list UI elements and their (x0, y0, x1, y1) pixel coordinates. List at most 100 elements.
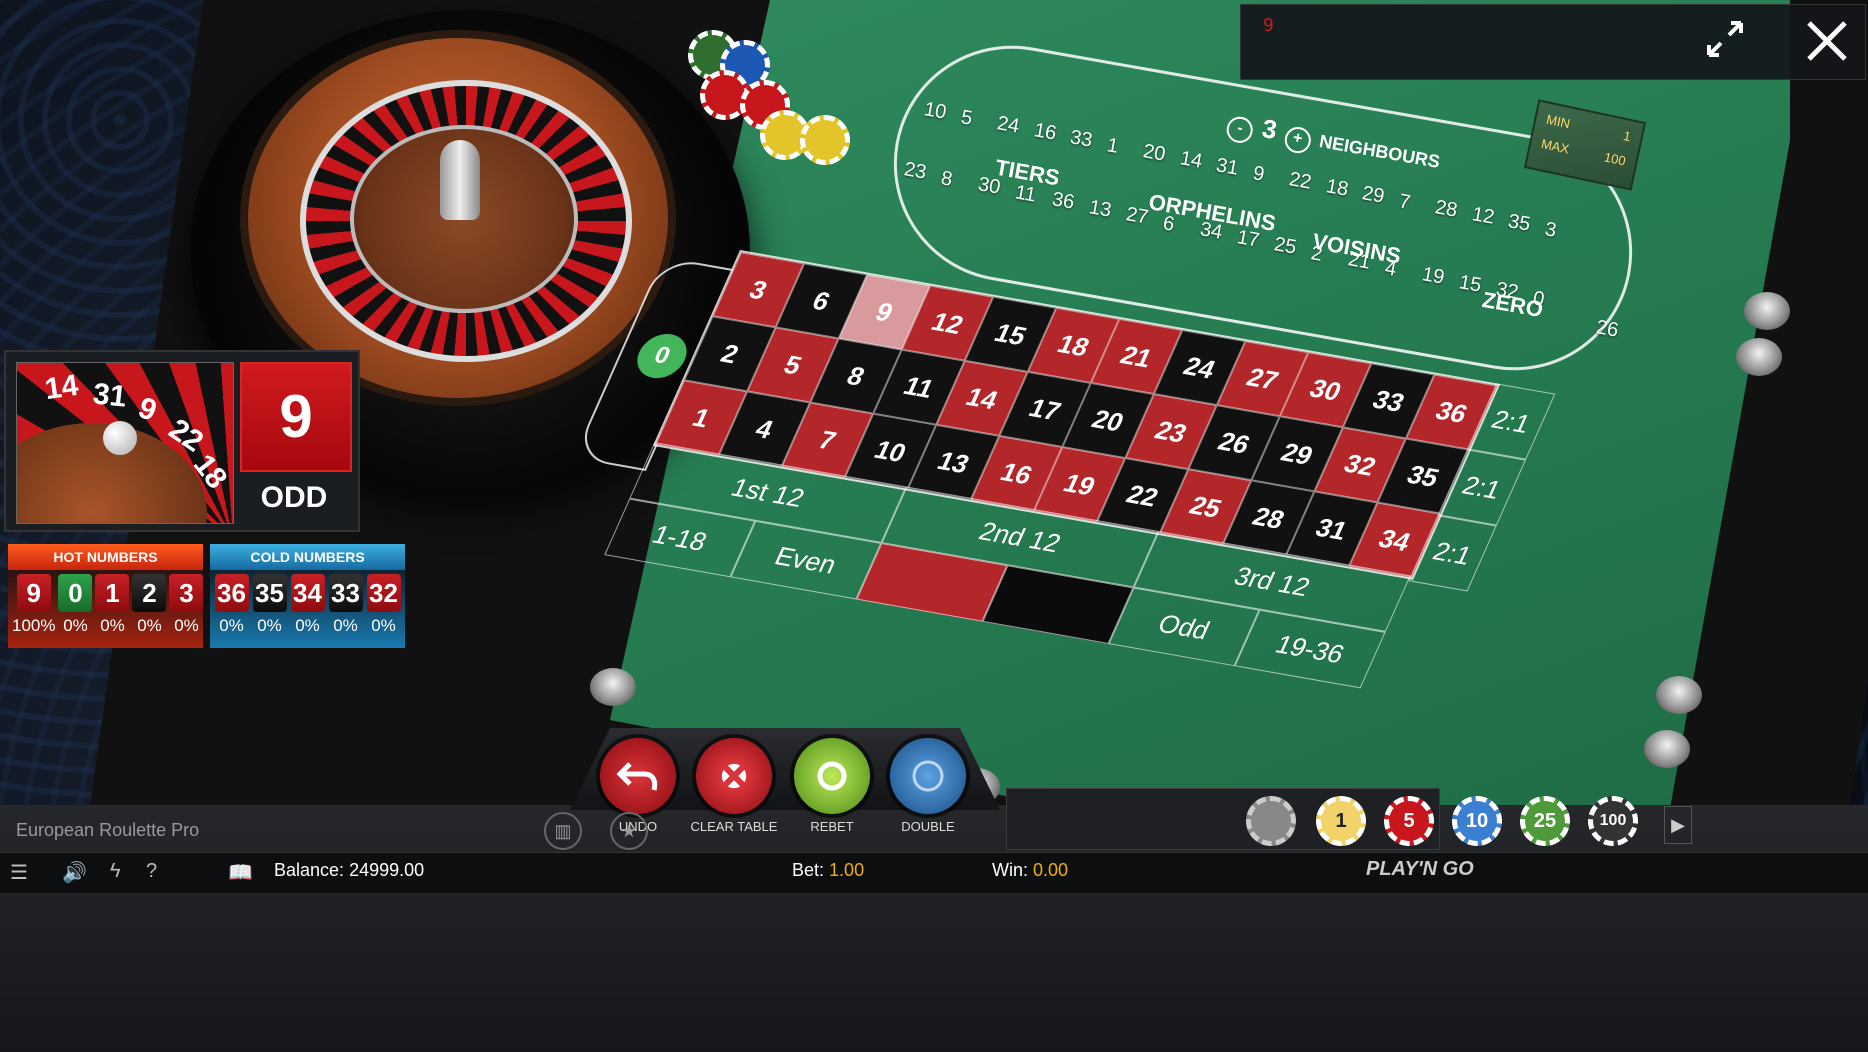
racetrack-number[interactable]: 36 (1050, 188, 1076, 215)
winning-parity: ODD (260, 481, 328, 514)
chip-stack (800, 115, 850, 165)
balance-label: Balance: (274, 860, 345, 880)
hot-number-item: 3 0% (169, 574, 204, 644)
min-value: 1 (1622, 127, 1633, 145)
racetrack-number[interactable]: 20 (1141, 140, 1167, 167)
chip-holder (1744, 292, 1790, 330)
chip-tray-next-arrow[interactable]: ▶ (1664, 806, 1692, 844)
last-number-display: 9 (1263, 15, 1274, 36)
zoom-number: 14 (42, 368, 81, 407)
racetrack-number[interactable]: 14 (1178, 147, 1204, 174)
min-label: MIN (1545, 111, 1572, 132)
cold-percent: 0% (295, 616, 320, 635)
racetrack-number[interactable]: 35 (1506, 210, 1532, 237)
win-label: Win: (992, 860, 1028, 880)
cold-numbers: COLD NUMBERS 36 0% 35 0% 34 0% 33 0% 32 0% (210, 544, 405, 648)
racetrack-number[interactable]: 15 (1457, 271, 1483, 298)
racetrack-number[interactable]: 24 (995, 112, 1021, 139)
undo-button[interactable] (600, 738, 676, 814)
hot-percent: 0% (100, 616, 125, 635)
hot-number-item: 2 0% (132, 574, 167, 644)
rebet-icon (817, 761, 847, 791)
cold-number: 33 (328, 574, 363, 612)
balance-value: 24999.00 (349, 860, 425, 880)
menu-icon[interactable]: ☰ (10, 860, 28, 885)
hot-numbers: HOT NUMBERS 9 100% 0 0% 1 0% 2 0% 3 0% (8, 544, 204, 648)
win-value: 0.00 (1033, 860, 1069, 880)
racetrack-number[interactable]: 29 (1360, 182, 1386, 209)
double-button[interactable] (890, 738, 966, 814)
hot-percent: 100% (12, 616, 56, 635)
racetrack-number[interactable]: 26 (1594, 316, 1620, 343)
roulette-ball (103, 421, 137, 455)
zoom-number: 9 (134, 391, 161, 428)
racetrack-number[interactable]: 10 (922, 98, 948, 125)
chip-tray (1006, 788, 1440, 850)
racetrack-number[interactable]: 23 (902, 158, 928, 185)
neighbours-count: 3 (1259, 112, 1280, 146)
cold-numbers-list: 36 0% 35 0% 34 0% 33 0% 32 0% (210, 570, 405, 648)
chip-1[interactable]: 1 (1316, 796, 1366, 846)
hot-percent: 0% (137, 616, 162, 635)
balance: Balance: 24999.00 (274, 860, 424, 881)
hot-numbers-title: HOT NUMBERS (8, 544, 203, 570)
rebet-button[interactable] (794, 738, 870, 814)
history-book-icon[interactable]: 📖 (228, 860, 253, 885)
cold-number-item: 35 0% (252, 574, 287, 644)
neighbours-minus-button[interactable]: - (1224, 114, 1255, 145)
racetrack-number[interactable]: 19 (1420, 263, 1446, 290)
wheel-spindle (440, 140, 480, 220)
max-value: 100 (1602, 149, 1628, 169)
statistics-icon[interactable]: ▥ (544, 812, 582, 850)
sound-icon[interactable]: 🔊 (62, 860, 87, 885)
hot-percent: 0% (63, 616, 88, 635)
racetrack-number[interactable]: 13 (1087, 196, 1113, 223)
cold-numbers-title: COLD NUMBERS (210, 544, 405, 570)
double-label: DOUBLE (901, 819, 955, 834)
hot-percent: 0% (174, 616, 199, 635)
fullscreen-icon[interactable] (1705, 19, 1745, 59)
chip-100[interactable]: 100 (1588, 796, 1638, 846)
hot-number: 1 (95, 574, 130, 612)
chip-disabled (1246, 796, 1296, 846)
hot-number: 3 (169, 574, 204, 612)
racetrack-number[interactable]: 33 (1068, 126, 1094, 153)
hot-number: 2 (132, 574, 167, 612)
racetrack-number[interactable]: 22 (1287, 168, 1313, 195)
hot-number-item: 9 100% (12, 574, 55, 644)
chip-10[interactable]: 10 (1452, 796, 1502, 846)
cold-number: 34 (290, 574, 325, 612)
hot-number-item: 1 0% (95, 574, 130, 644)
racetrack-number[interactable]: 18 (1324, 175, 1350, 202)
racetrack-number[interactable]: 27 (1124, 203, 1150, 230)
help-icon[interactable]: ? (146, 860, 157, 883)
turbo-icon[interactable]: ϟ (110, 860, 121, 883)
chip-holder (1644, 730, 1690, 768)
bet-value: 1.00 (829, 860, 865, 880)
cold-percent: 0% (333, 616, 358, 635)
max-label: MAX (1539, 136, 1571, 157)
racetrack-number[interactable]: 12 (1470, 203, 1496, 230)
cold-number-item: 33 0% (328, 574, 363, 644)
hot-number: 0 (58, 574, 93, 612)
cold-number-item: 34 0% (290, 574, 325, 644)
chip-25[interactable]: 25 (1520, 796, 1570, 846)
favourites-star-icon[interactable]: ★ (610, 812, 648, 850)
chip-holder (590, 668, 636, 706)
close-icon[interactable] (1803, 17, 1851, 65)
cold-percent: 0% (219, 616, 244, 635)
hot-number-item: 0 0% (58, 574, 93, 644)
racetrack-number[interactable]: 31 (1214, 154, 1240, 181)
racetrack-number[interactable]: 25 (1272, 233, 1298, 260)
neighbours-plus-button[interactable]: + (1282, 124, 1313, 156)
game-title: European Roulette Pro (16, 820, 200, 840)
cold-number: 32 (366, 574, 401, 612)
chip-5[interactable]: 5 (1384, 796, 1434, 846)
last-result-panel: 14 31 9 22 18 9 ODD (4, 350, 360, 532)
racetrack-number[interactable]: 16 (1032, 119, 1058, 146)
zoom-number: 31 (91, 377, 129, 414)
racetrack-number[interactable]: 28 (1433, 196, 1459, 223)
cold-number-item: 36 0% (214, 574, 249, 644)
clear-table-button[interactable] (696, 738, 772, 814)
bet: Bet: 1.00 (792, 860, 864, 881)
